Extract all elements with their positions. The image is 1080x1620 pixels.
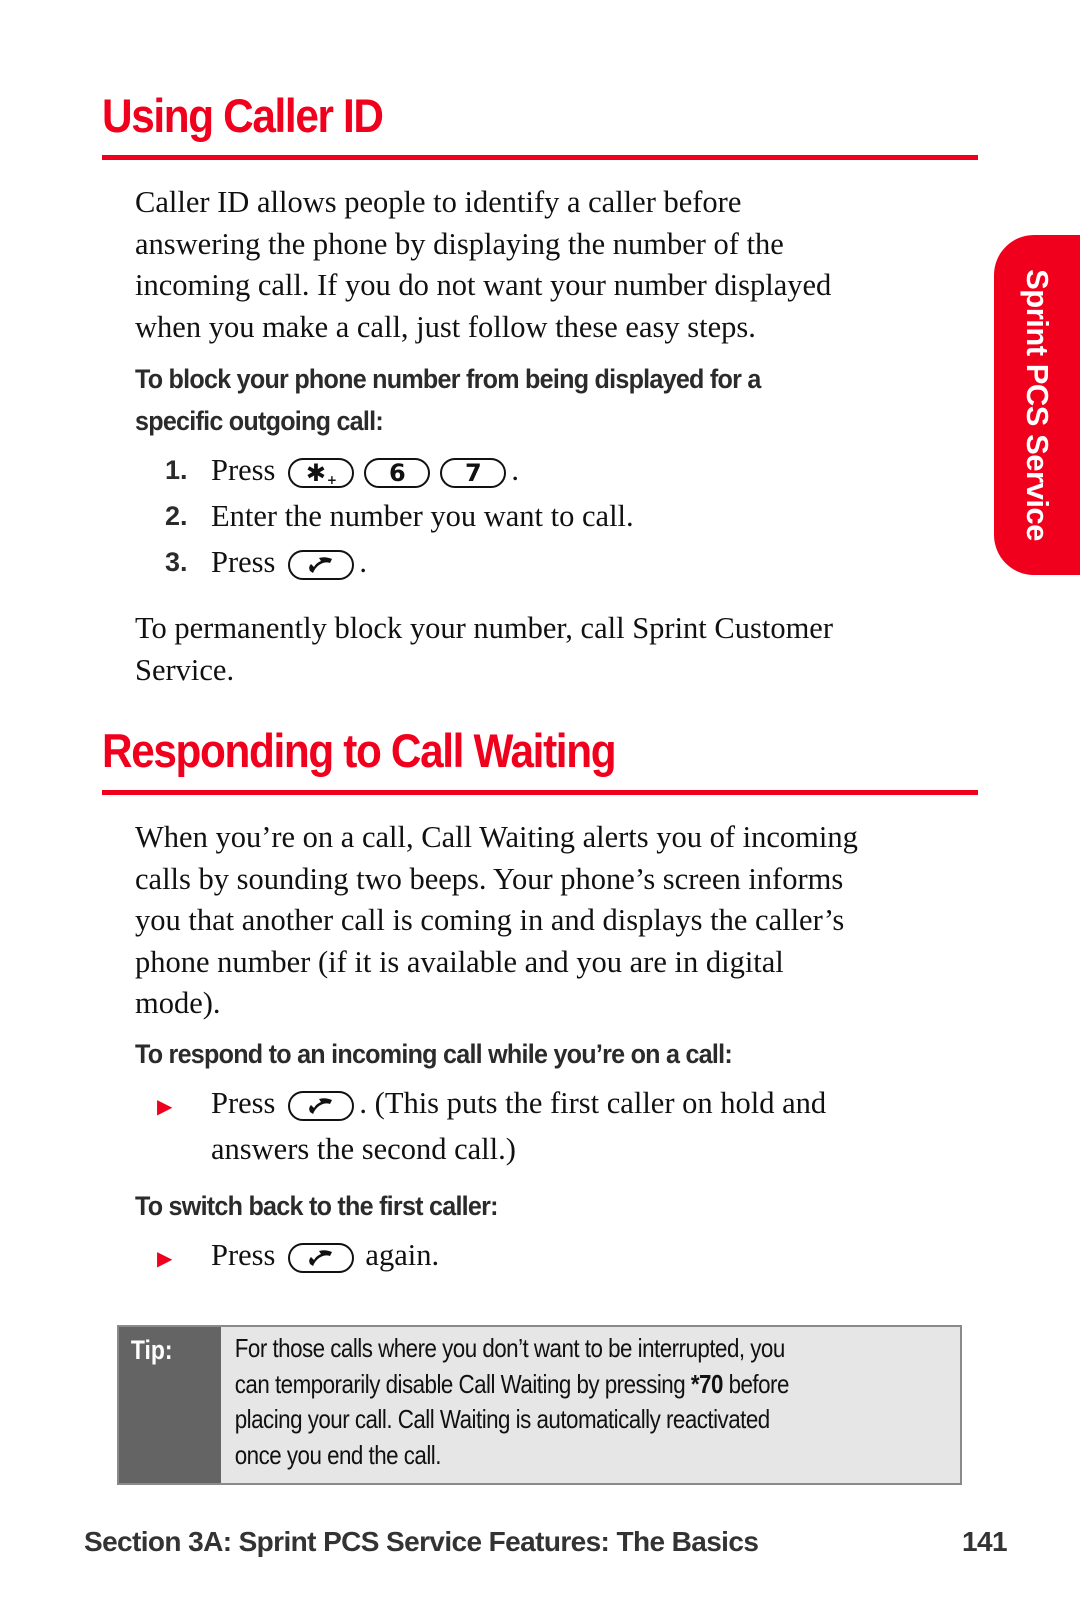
step-text: Enter the number you want to call. xyxy=(211,499,634,534)
tip-label-column: Tip: xyxy=(119,1327,221,1483)
tip-code: *70 xyxy=(690,1368,724,1399)
subhead-line: To block your phone number from being di… xyxy=(135,364,761,394)
text-line: answering the phone by displaying the nu… xyxy=(135,226,784,261)
talk-key-icon xyxy=(288,1243,355,1273)
text-line: incoming call. If you do not want your n… xyxy=(135,268,832,302)
step-text-after: . xyxy=(359,545,368,580)
step-text-after: . xyxy=(511,453,520,488)
respond-instruction: Press . (This puts the first caller on h… xyxy=(211,1081,826,1173)
text-line: when you make a call, just follow these … xyxy=(135,309,756,344)
bullet-arrow-icon: ▶ xyxy=(157,1096,173,1118)
seven-key-icon: 7 xyxy=(440,458,507,488)
steps-list: 1. Press ✱ + 6 7 . 2. Enter the number yo… xyxy=(135,448,935,586)
step-text: Press xyxy=(211,453,276,488)
respond-subhead: To respond to an incoming call while you… xyxy=(135,1039,733,1069)
instruction-text: Press xyxy=(211,1238,276,1273)
step-3: 3. Press . xyxy=(135,540,935,586)
heading-call-waiting: Responding to Call Waiting xyxy=(102,724,617,777)
bullet-arrow-icon: ▶ xyxy=(157,1248,173,1270)
tip-line: placing your call. Call Waiting is autom… xyxy=(234,1404,770,1434)
star-key-icon: ✱ + xyxy=(288,458,355,488)
step-1: 1. Press ✱ + 6 7 . xyxy=(135,448,935,494)
call-waiting-intro: When you’re on a call, Call Waiting aler… xyxy=(135,817,858,1025)
instruction-line2: answers the second call.) xyxy=(211,1132,516,1167)
tip-label: Tip: xyxy=(130,1335,173,1365)
instruction-text: Press xyxy=(211,1086,276,1121)
six-key-icon: 6 xyxy=(364,458,431,488)
text-line: phone number (if it is available and you… xyxy=(135,944,784,979)
step-text: Press xyxy=(211,545,276,580)
footer-section-title: Section 3A: Sprint PCS Service Features:… xyxy=(84,1526,759,1557)
talk-key-icon xyxy=(288,1091,355,1121)
side-tab-label: Sprint PCS Service xyxy=(1020,269,1055,541)
permanent-block-note: To permanently block your number, call S… xyxy=(135,608,833,691)
step-number: 2. xyxy=(165,501,188,532)
text-line: Caller ID allows people to identify a ca… xyxy=(135,185,742,219)
tip-line: once you end the call. xyxy=(234,1439,442,1470)
instruction-text: again. xyxy=(365,1238,440,1273)
tip-line: can temporarily disable Call Waiting by … xyxy=(234,1368,790,1399)
talk-key-icon xyxy=(288,550,355,580)
tip-text: For those calls where you don’t want to … xyxy=(221,1327,790,1483)
block-number-subhead: To block your phone number from being di… xyxy=(135,358,761,442)
text-line: calls by sounding two beeps. Your phone’… xyxy=(135,861,844,896)
heading-rule xyxy=(102,790,978,795)
side-tab: Sprint PCS Service xyxy=(994,235,1080,575)
step-number: 3. xyxy=(165,547,188,578)
text-line: mode). xyxy=(135,986,221,1020)
page-number: 141 xyxy=(962,1526,1008,1557)
step-number: 1. xyxy=(165,455,188,486)
switch-back-instruction: Press again. xyxy=(211,1233,439,1279)
tip-box: Tip: For those calls where you don’t wan… xyxy=(117,1325,962,1485)
tip-line: For those calls where you don’t want to … xyxy=(234,1333,786,1363)
instruction-text: . (This puts the first caller on hold an… xyxy=(359,1086,827,1121)
text-line: To permanently block your number, call S… xyxy=(135,611,834,645)
text-line: When you’re on a call, Call Waiting aler… xyxy=(135,820,858,854)
switch-back-subhead: To switch back to the first caller: xyxy=(135,1191,499,1221)
subhead-line: specific outgoing call: xyxy=(135,406,384,436)
heading-rule xyxy=(102,155,978,160)
caller-id-intro: Caller ID allows people to identify a ca… xyxy=(135,182,831,348)
text-line: Service. xyxy=(135,652,235,687)
heading-using-caller-id: Using Caller ID xyxy=(102,89,384,142)
text-line: you that another call is coming in and d… xyxy=(135,903,845,937)
step-2: 2. Enter the number you want to call. xyxy=(135,494,935,540)
